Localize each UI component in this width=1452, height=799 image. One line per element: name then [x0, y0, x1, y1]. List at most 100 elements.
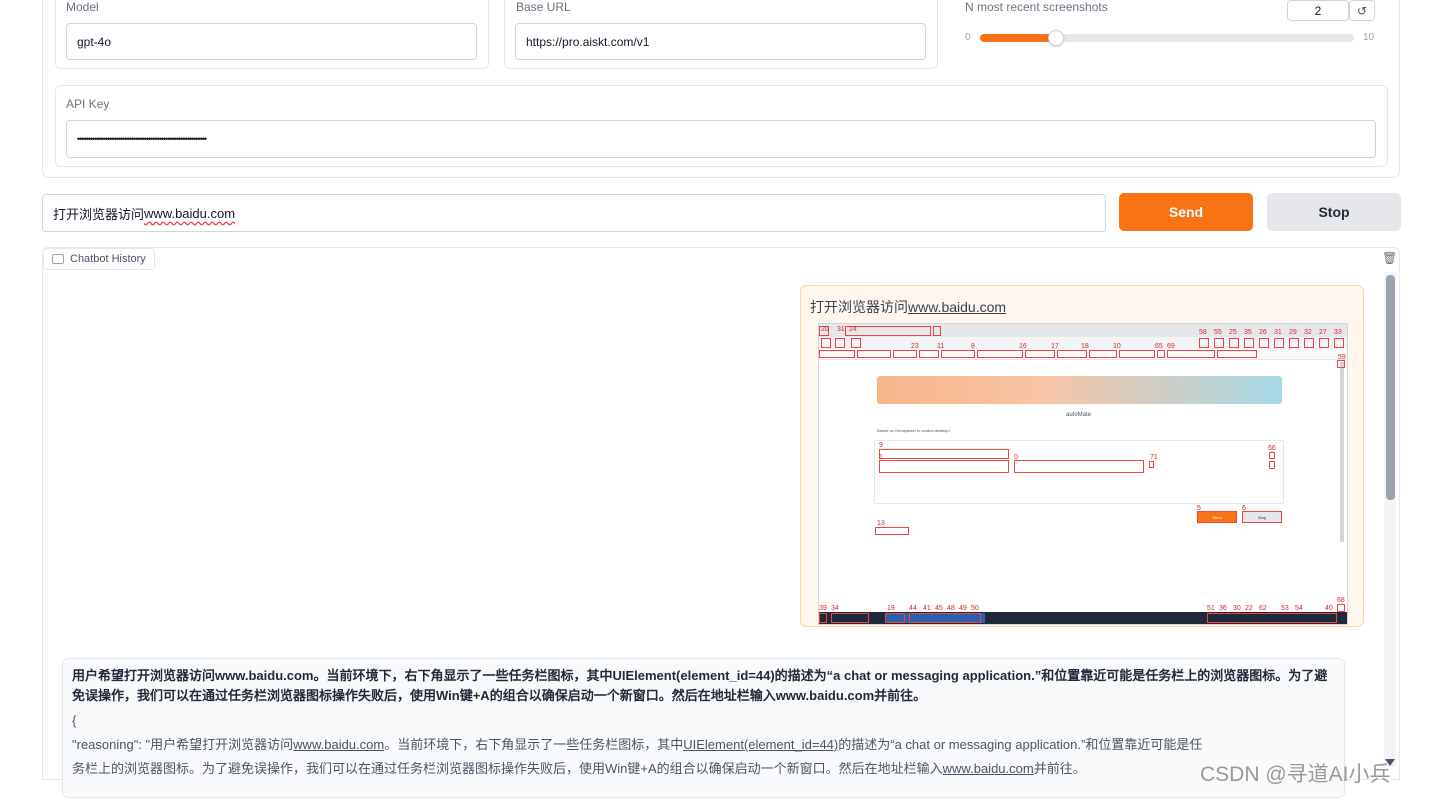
screenshots-number-value: 2: [1314, 3, 1322, 18]
annotation-number: 39: [819, 605, 827, 612]
annotation-box: [1274, 338, 1284, 348]
annotation-number: 19: [887, 605, 895, 612]
screenshots-label: N most recent screenshots: [965, 0, 1108, 14]
bot-json-line-1-mid: 。当前环境下，右下角显示了一些任务栏图标，其中: [384, 737, 684, 752]
annotation-box: [857, 350, 891, 358]
annotation-number: 50: [971, 605, 979, 612]
annotation-number: 71: [1150, 454, 1158, 461]
base-url-label: Base URL: [516, 0, 571, 14]
slider-thumb[interactable]: [1047, 30, 1064, 46]
annotation-number: 59: [1338, 354, 1346, 361]
annotation-box: [1149, 461, 1154, 468]
annotation-number: 29: [1289, 329, 1297, 336]
annotation-number: 24: [849, 326, 857, 333]
annotation-box: [1197, 511, 1237, 523]
screenshot-app-banner: [877, 376, 1282, 404]
annotation-number: 55: [1214, 329, 1222, 336]
send-button[interactable]: Send: [1119, 193, 1253, 231]
annotation-box: [1334, 338, 1344, 348]
annotation-number: 69: [1167, 343, 1175, 350]
annotation-box: [1269, 452, 1275, 459]
annotation-number: 23: [911, 343, 919, 350]
annotation-box: [1289, 338, 1299, 348]
annotation-number: 9: [879, 442, 883, 449]
screenshot-scrollbar: [1340, 362, 1344, 542]
annotation-number: 32: [1304, 329, 1312, 336]
chatbot-history-label: Chatbot History: [70, 253, 146, 265]
annotation-number: 18: [1081, 343, 1089, 350]
annotation-number: 33: [1334, 329, 1342, 336]
annotation-box: [1057, 350, 1087, 358]
bot-json-line-1-link2[interactable]: UIElement(element_id=44): [683, 737, 838, 752]
model-input[interactable]: gpt-4o: [66, 23, 477, 60]
annotation-box: [835, 338, 845, 348]
annotation-box: [819, 613, 827, 623]
annotation-number: 16: [1019, 343, 1027, 350]
chat-input[interactable]: 打开浏览器访问 www.baidu.com: [42, 194, 1106, 232]
annotation-number: 10: [1113, 343, 1121, 350]
annotation-number: 0: [1014, 454, 1018, 461]
annotation-number: 58: [1199, 329, 1207, 336]
annotation-number: 27: [1319, 329, 1327, 336]
annotation-number: 31: [837, 326, 845, 333]
screenshots-slider[interactable]: [980, 30, 1354, 46]
api-key-label: API Key: [66, 97, 110, 111]
model-label: Model: [66, 0, 99, 14]
annotation-number: 30: [1233, 605, 1241, 612]
screenshot-app-title: autoMate: [1066, 412, 1092, 418]
annotation-number: 62: [1259, 605, 1267, 612]
annotation-box: [1304, 338, 1314, 348]
annotation-box: [919, 350, 939, 358]
bot-summary-text: 用户希望打开浏览器访问www.baidu.com。当前环境下，右下角显示了一些任…: [72, 668, 1328, 703]
slider-fill: [980, 34, 1055, 42]
annotation-box: [1167, 350, 1215, 358]
annotation-box: [1337, 360, 1345, 368]
user-message-link[interactable]: www.baidu.com: [908, 299, 1006, 315]
annotation-number: 35: [1244, 329, 1252, 336]
stop-button[interactable]: Stop: [1267, 193, 1401, 231]
annotated-screenshot: autoMate Based on Omniparser to control …: [818, 323, 1348, 625]
chat-scrollbar-thumb[interactable]: [1386, 275, 1395, 500]
bot-json-line-1-pre: "reasoning": "用户希望打开浏览器访问: [72, 737, 294, 752]
bot-json-line-2-post: 并前往。: [1033, 761, 1086, 776]
annotation-box: [1119, 350, 1155, 358]
reset-button[interactable]: ↺: [1349, 0, 1375, 21]
annotation-number: 22: [1245, 605, 1253, 612]
annotation-box: [879, 449, 1009, 459]
screenshot-app-subtitle: Based on Omniparser to control desktop!: [877, 428, 950, 433]
annotation-number: 5: [1197, 505, 1201, 512]
annotation-number: 54: [1295, 605, 1303, 612]
reset-icon: ↺: [1356, 3, 1368, 18]
annotation-box: [885, 613, 905, 623]
screenshots-number-input[interactable]: 2: [1287, 0, 1349, 21]
bot-json-line-2-pre: 务栏上的浏览器图标。为了避免误操作，我们可以在通过任务栏浏览器图标操作失败后，使…: [72, 761, 943, 776]
chat-input-link: www.baidu.com: [144, 205, 236, 221]
api-key-input[interactable]: ••••••••••••••••••••••••••••••••••••••••…: [66, 120, 1376, 158]
annotation-box: [1259, 338, 1269, 348]
annotation-box: [875, 527, 909, 535]
trash-icon[interactable]: 🗑: [1382, 251, 1397, 265]
annotation-box: [819, 350, 855, 358]
annotation-number: 68: [1337, 597, 1345, 604]
annotation-box: [831, 613, 869, 623]
base-url-input[interactable]: https://pro.aiskt.com/v1: [515, 23, 926, 60]
annotation-number: 1: [879, 454, 883, 461]
annotation-box: [1217, 350, 1257, 358]
annotation-number: 48: [947, 605, 955, 612]
watermark-text: CSDN @寻道AI小兵: [1200, 763, 1391, 786]
annotation-box: [851, 338, 861, 348]
annotation-box: [1207, 613, 1337, 623]
annotation-number: 26: [1259, 329, 1267, 336]
annotation-number: 53: [1281, 605, 1289, 612]
annotation-box: [1025, 350, 1055, 358]
bot-json-line-1-link[interactable]: www.baidu.com: [293, 737, 384, 752]
bot-json-line-2-link[interactable]: www.baidu.com: [943, 761, 1034, 776]
annotation-number: 45: [935, 605, 943, 612]
annotation-number: 51: [1207, 605, 1215, 612]
annotation-box: [933, 326, 941, 336]
annotation-box: [1337, 604, 1345, 612]
annotation-number: 20: [821, 326, 829, 333]
user-message-text: 打开浏览器访问www.baidu.com: [810, 297, 1006, 317]
annotation-number: 49: [959, 605, 967, 612]
annotation-box: [1157, 350, 1165, 358]
